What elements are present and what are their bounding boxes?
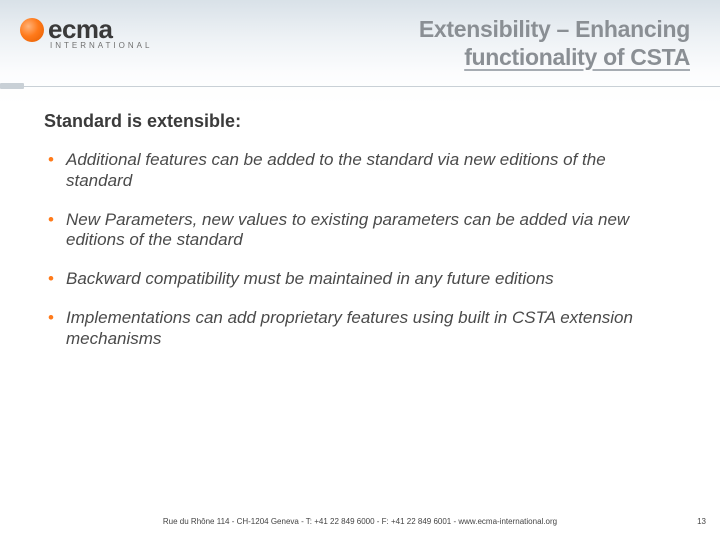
slide: ecma INTERNATIONAL Extensibility – Enhan… [0,0,720,540]
list-item: Implementations can add proprietary feat… [44,308,676,349]
logo-ball-icon [20,18,44,42]
title-line-1: Extensibility – Enhancing [419,16,690,44]
content: Standard is extensible: Additional featu… [0,71,720,349]
header: ecma INTERNATIONAL Extensibility – Enhan… [0,0,720,71]
footer-text: Rue du Rhône 114 - CH-1204 Geneva - T: +… [0,517,720,526]
logo-subtext: INTERNATIONAL [50,41,152,50]
title-line-2: functionality of CSTA [419,44,690,72]
list-item: Backward compatibility must be maintaine… [44,269,676,290]
page-number: 13 [697,517,706,526]
bullet-list: Additional features can be added to the … [44,150,676,349]
section-heading: Standard is extensible: [44,111,676,132]
list-item: Additional features can be added to the … [44,150,676,191]
list-item: New Parameters, new values to existing p… [44,210,676,251]
slide-title: Extensibility – Enhancing functionality … [419,16,690,71]
logo: ecma INTERNATIONAL [20,12,152,50]
